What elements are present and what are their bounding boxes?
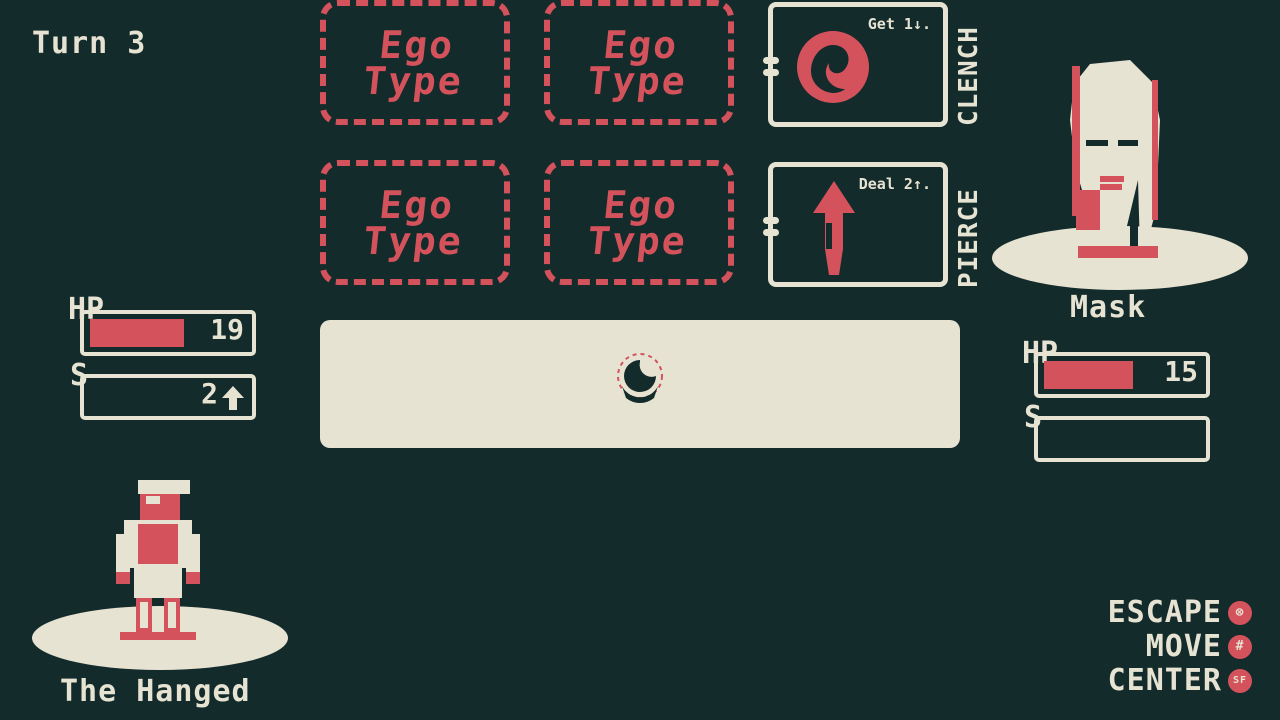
center-button[interactable]: CENTER SF xyxy=(1108,664,1252,698)
loading-spinner-icon xyxy=(617,353,663,404)
crescent-icon xyxy=(797,31,869,103)
enemy-hp-fill xyxy=(1044,361,1133,389)
hidden-card[interactable]: Ego Type xyxy=(320,0,510,125)
skill-card-desc: Deal 2↑. xyxy=(858,175,931,193)
hidden-card-label: Ego Type xyxy=(585,182,690,263)
skill-card-pierce[interactable]: Deal 2↑. xyxy=(763,162,948,287)
escape-button[interactable]: ESCAPE ⊗ xyxy=(1108,596,1252,630)
hidden-card-label: Ego Type xyxy=(361,22,466,103)
skill-card-desc: Get 1↓. xyxy=(867,15,931,33)
skill-card-cost xyxy=(763,217,783,241)
hidden-card[interactable]: Ego Type xyxy=(544,160,734,285)
player-name: The Hanged xyxy=(60,674,251,709)
enemy-sprite[interactable] xyxy=(1060,60,1170,260)
skill-card-name: CLENCH xyxy=(954,26,984,126)
sf-button-icon: SF xyxy=(1228,669,1252,693)
skill-card-name: PIERCE xyxy=(954,188,984,288)
hidden-card-label: Ego Type xyxy=(361,182,466,263)
player-s-value: 2 xyxy=(201,377,218,410)
skill-card-cost xyxy=(763,57,783,81)
skill-card-clench[interactable]: Get 1↓. xyxy=(763,2,948,127)
hidden-card[interactable]: Ego Type xyxy=(544,0,734,125)
hash-button-icon: # xyxy=(1228,635,1252,659)
hidden-card[interactable]: Ego Type xyxy=(320,160,510,285)
enemy-name: Mask xyxy=(1070,290,1147,325)
x-button-icon: ⊗ xyxy=(1228,601,1252,625)
arrow-up-icon xyxy=(813,181,855,275)
hidden-card-label: Ego Type xyxy=(585,22,690,103)
move-label: MOVE xyxy=(1145,629,1222,664)
center-label: CENTER xyxy=(1107,663,1222,698)
player-s-bar: 2 xyxy=(80,374,256,420)
escape-label: ESCAPE xyxy=(1107,595,1222,630)
player-hp-bar: 19 xyxy=(80,310,256,356)
enemy-hp-value: 15 xyxy=(1164,355,1198,388)
turn-indicator: Turn 3 xyxy=(32,26,147,61)
player-hp-value: 19 xyxy=(210,313,244,346)
enemy-s-bar xyxy=(1034,416,1210,462)
enemy-hp-bar: 15 xyxy=(1034,352,1210,398)
player-sprite[interactable] xyxy=(110,478,206,642)
move-button[interactable]: MOVE # xyxy=(1108,630,1252,664)
player-hp-fill xyxy=(90,319,184,347)
up-arrow-icon xyxy=(222,386,244,410)
control-menu: ESCAPE ⊗ MOVE # CENTER SF xyxy=(1108,596,1252,698)
